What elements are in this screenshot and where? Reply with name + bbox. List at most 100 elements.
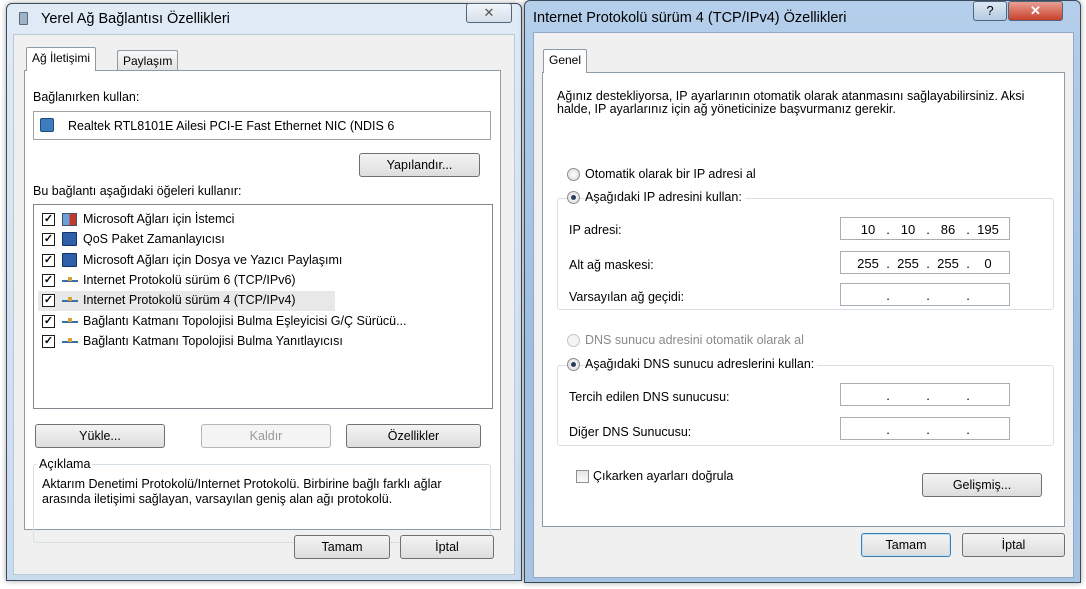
ip-separator: . (886, 422, 890, 437)
ip-octet: 195 (977, 222, 999, 237)
ip-separator: . (926, 256, 930, 271)
network-client-icon (62, 213, 77, 226)
list-item-label: Microsoft Ağları için Dosya ve Yazıcı Pa… (83, 252, 343, 267)
tab-general-label: Genel (549, 53, 582, 67)
close-icon: ✕ (1030, 3, 1041, 18)
close-icon: ✕ (483, 5, 495, 20)
right-ok-button[interactable]: Tamam (861, 533, 951, 557)
left-title-bar[interactable]: Yerel Ağ Bağlantısı Özellikleri ✕ (7, 3, 521, 34)
install-button[interactable]: Yükle... (35, 424, 165, 448)
item-checkbox[interactable]: ✓ (42, 314, 55, 328)
protocol-icon (62, 337, 78, 343)
item-checkbox[interactable]: ✓ (42, 273, 55, 287)
ip-separator: . (926, 222, 930, 237)
ip-octet: 255 (937, 256, 959, 271)
list-item-label: Bağlantı Katmanı Topolojisi Bulma Yanıtl… (83, 333, 343, 348)
right-cancel-button[interactable]: İptal (962, 533, 1065, 557)
adapter-name: Realtek RTL8101E Ailesi PCI-E Fast Ether… (68, 119, 395, 133)
ipv4-properties-window: Internet Protokolü sürüm 4 (TCP/IPv4) Öz… (524, 0, 1081, 583)
subnet-mask-field[interactable]: 255 255 255 0... (840, 251, 1010, 274)
alternate-dns-label: Diğer DNS Sunucusu: (569, 425, 692, 439)
advanced-button[interactable]: Gelişmiş... (922, 473, 1042, 497)
tab-networking[interactable]: Ağ İletişimi (26, 47, 97, 71)
right-client-area: Genel Ağınız destekliyorsa, IP ayarların… (533, 32, 1074, 578)
ip-octet: 10 (860, 222, 876, 237)
auto-dns-radio[interactable] (567, 334, 580, 347)
list-item[interactable]: ✓ Microsoft Ağları için İstemci (38, 210, 488, 230)
item-checkbox[interactable]: ✓ (42, 294, 55, 308)
left-window-title: Yerel Ağ Bağlantısı Özellikleri (41, 11, 230, 27)
ip-separator: . (966, 388, 970, 403)
items-label: Bu bağlantı aşağıdaki öğeleri kullanır: (33, 184, 242, 198)
tab-networking-label: Ağ İletişimi (32, 51, 91, 65)
list-item[interactable]: ✓ Internet Protokolü sürüm 4 (TCP/IPv4) (38, 291, 335, 312)
validate-settings-label: Çıkarken ayarları doğrula (593, 469, 734, 483)
ip-separator: . (886, 256, 890, 271)
preferred-dns-field[interactable]: ... (840, 383, 1010, 406)
ip-octet: 255 (857, 256, 879, 271)
properties-button[interactable]: Özellikler (346, 424, 481, 448)
ip-separator: . (886, 222, 890, 237)
left-close-button[interactable]: ✕ (466, 3, 512, 23)
help-icon: ? (986, 3, 994, 18)
configure-button[interactable]: Yapılandır... (359, 153, 480, 177)
validate-settings-checkbox[interactable] (576, 470, 589, 483)
help-button[interactable]: ? (973, 1, 1007, 21)
tab-sharing-label: Paylaşım (123, 54, 173, 68)
components-list[interactable]: ✓ Microsoft Ağları için İstemci ✓ QoS Paket… (33, 204, 493, 409)
manual-dns-radio[interactable] (567, 358, 580, 371)
tab-general[interactable]: Genel (543, 49, 588, 73)
ip-separator: . (966, 422, 970, 437)
computer-icon (62, 232, 77, 247)
auto-ip-radio[interactable] (567, 168, 580, 181)
uninstall-button[interactable]: Kaldır (201, 424, 331, 448)
list-item-label: Internet Protokolü sürüm 4 (TCP/IPv4) (83, 293, 296, 308)
list-item-label: QoS Paket Zamanlayıcısı (83, 232, 225, 247)
list-item[interactable]: ✓ Bağlantı Katmanı Topolojisi Bulma Eşley… (38, 312, 488, 332)
left-cancel-button[interactable]: İptal (400, 535, 494, 559)
list-item[interactable]: ✓ Microsoft Ağları için Dosya ve Yazıcı P… (38, 251, 488, 271)
default-gateway-field[interactable]: ... (840, 283, 1010, 306)
ip-separator: . (886, 288, 890, 303)
left-client-area: Ağ İletişimi Paylaşım Bağlanırken kullan… (13, 34, 515, 575)
right-title-bar[interactable]: Internet Protokolü sürüm 4 (TCP/IPv4) Öz… (525, 1, 1080, 31)
list-item[interactable]: ✓ Internet Protokolü sürüm 6 (TCP/IPv6) (38, 271, 488, 291)
tab-sharing[interactable]: Paylaşım (117, 50, 179, 72)
manual-ip-radio[interactable] (567, 191, 580, 204)
ip-separator: . (966, 256, 970, 271)
right-window-title: Internet Protokolü sürüm 4 (TCP/IPv4) Öz… (533, 10, 847, 26)
ip-separator: . (886, 388, 890, 403)
networking-tab-panel: Bağlanırken kullan: Realtek RTL8101E Ail… (24, 70, 501, 543)
description-group: Açıklama Aktarım Denetimi Protokolü/Inte… (33, 457, 491, 543)
ip-octet: 0 (984, 256, 992, 271)
protocol-icon (62, 317, 78, 323)
alternate-dns-field[interactable]: ... (840, 417, 1010, 440)
subnet-mask-label: Alt ağ maskesi: (569, 258, 654, 272)
connect-using-label: Bağlanırken kullan: (33, 90, 140, 104)
protocol-icon (62, 297, 78, 303)
list-item[interactable]: ✓ QoS Paket Zamanlayıcısı (38, 230, 488, 250)
auto-dns-label: DNS sunucu adresini otomatik olarak al (585, 333, 804, 347)
ip-separator: . (926, 388, 930, 403)
adapter-field: Realtek RTL8101E Ailesi PCI-E Fast Ether… (33, 111, 491, 140)
description-title: Açıklama (37, 457, 93, 471)
left-ok-button[interactable]: Tamam (294, 535, 390, 559)
preferred-dns-label: Tercih edilen DNS sunucusu: (569, 390, 730, 404)
ip-octet: 255 (897, 256, 919, 271)
ip-address-field[interactable]: 10 10 86 195... (840, 217, 1010, 240)
list-item-label: Bağlantı Katmanı Topolojisi Bulma Eşleyi… (83, 313, 407, 328)
ip-octet: 10 (900, 222, 916, 237)
ip-separator: . (926, 422, 930, 437)
item-checkbox[interactable]: ✓ (42, 253, 55, 267)
protocol-icon (62, 276, 78, 282)
item-checkbox[interactable]: ✓ (42, 334, 55, 348)
item-checkbox[interactable]: ✓ (42, 213, 55, 226)
local-area-connection-properties-window: Yerel Ağ Bağlantısı Özellikleri ✕ Ağ İle… (6, 3, 522, 581)
default-gateway-label: Varsayılan ağ geçidi: (569, 290, 685, 304)
list-item[interactable]: ✓ Bağlantı Katmanı Topolojisi Bulma Yanıt… (38, 332, 488, 352)
ip-address-label: IP adresi: (569, 223, 622, 237)
manual-dns-label: Aşağıdaki DNS sunucu adreslerini kullan: (585, 357, 818, 371)
item-checkbox[interactable]: ✓ (42, 233, 55, 247)
list-item-label: Microsoft Ağları için İstemci (83, 212, 235, 226)
right-close-button[interactable]: ✕ (1008, 1, 1063, 21)
